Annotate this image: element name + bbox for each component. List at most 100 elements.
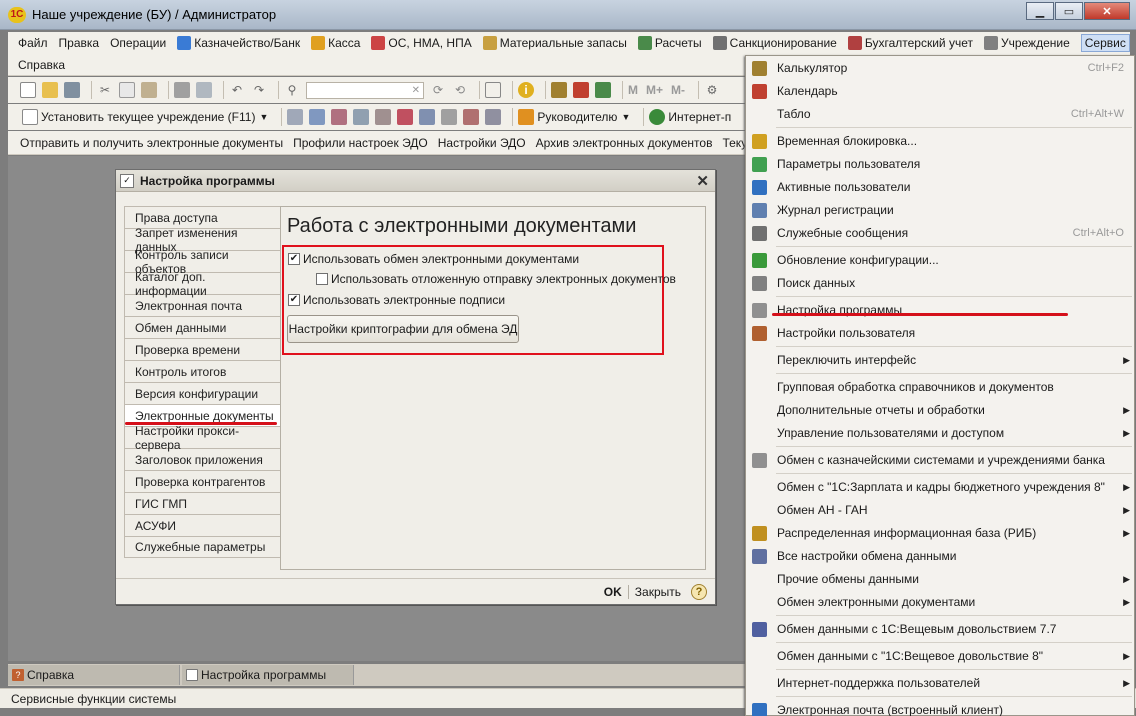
open-folder-icon[interactable] bbox=[42, 82, 58, 98]
edo-settings-button[interactable]: Настройки ЭДО bbox=[438, 136, 526, 150]
service-menu-item[interactable]: Обмен с "1С:Зарплата и кадры бюджетного … bbox=[746, 476, 1134, 498]
redo-icon[interactable]: ↷ bbox=[251, 82, 267, 98]
report-icon[interactable] bbox=[485, 109, 502, 125]
service-menu-item[interactable]: Настройки пользователя bbox=[746, 322, 1134, 344]
settings-tab[interactable]: Проверка времени bbox=[124, 338, 281, 360]
manager-button[interactable]: Руководителю ▼ bbox=[518, 109, 630, 125]
preview-icon[interactable] bbox=[196, 82, 212, 98]
report-icon[interactable] bbox=[375, 109, 392, 125]
service-menu-item[interactable]: Обмен данными с 1С:Вещевым довольствием … bbox=[746, 618, 1134, 640]
find-prev-icon[interactable]: ⟲ bbox=[452, 82, 468, 98]
task-help[interactable]: ? Справка bbox=[8, 665, 180, 685]
checkbox-mark-icon[interactable]: ✔ bbox=[288, 294, 300, 306]
service-menu-item[interactable]: Все настройки обмена данными bbox=[746, 545, 1134, 567]
help-icon[interactable]: ? bbox=[691, 583, 707, 600]
settings-tab[interactable]: Каталог доп. информации bbox=[124, 270, 281, 298]
service-menu-item[interactable]: Обновление конфигурации... bbox=[746, 249, 1134, 271]
settings-tab[interactable]: Версия конфигурации bbox=[124, 382, 281, 404]
dialog-close-icon[interactable]: ✕ bbox=[696, 172, 709, 190]
report-icon[interactable] bbox=[353, 109, 370, 125]
service-menu-item[interactable]: Обмен электронными документами ▶ bbox=[746, 591, 1134, 613]
settings-tab[interactable]: АСУФИ bbox=[124, 514, 281, 536]
menu-item[interactable]: Расчеты bbox=[637, 36, 702, 50]
search-clear-icon[interactable]: ✕ bbox=[412, 85, 420, 96]
menu-item[interactable]: Сервис bbox=[1080, 34, 1130, 52]
print-icon[interactable] bbox=[174, 82, 190, 98]
edo-profiles-button[interactable]: Профили настроек ЭДО bbox=[293, 136, 428, 150]
service-menu-item[interactable]: Дополнительные отчеты и обработки ▶ bbox=[746, 399, 1134, 421]
menu-item[interactable]: Касса bbox=[311, 36, 360, 50]
menu-item[interactable]: Санкционирование bbox=[712, 36, 837, 50]
service-menu-item[interactable]: Переключить интерфейс ▶ bbox=[746, 349, 1134, 371]
settings-tab[interactable]: Контроль итогов bbox=[124, 360, 281, 382]
menu-item[interactable]: Казначейство/Банк bbox=[177, 36, 300, 50]
menu-item-help[interactable]: Справка bbox=[18, 58, 65, 72]
copy-icon[interactable] bbox=[119, 82, 135, 98]
report-icon[interactable] bbox=[463, 109, 480, 125]
edo-archive-button[interactable]: Архив электронных документов bbox=[536, 136, 713, 150]
info-icon[interactable]: i bbox=[518, 82, 534, 98]
calendar-icon[interactable] bbox=[573, 82, 589, 98]
service-menu-item[interactable]: Служебные сообщения Ctrl+Alt+O bbox=[746, 222, 1134, 244]
service-menu-item[interactable]: Прочие обмены данными ▶ bbox=[746, 568, 1134, 590]
menu-item[interactable]: Учреждение bbox=[983, 36, 1070, 50]
maximize-icon[interactable]: ▭ bbox=[1055, 2, 1083, 20]
service-menu-item[interactable]: Распределенная информационная база (РИБ)… bbox=[746, 522, 1134, 544]
set-institution-button[interactable]: Установить текущее учреждение (F11) ▼ bbox=[22, 109, 268, 125]
memory-button[interactable]: M bbox=[628, 83, 638, 97]
use-edo-checkbox[interactable]: ✔ Использовать обмен электронными докуме… bbox=[288, 252, 579, 266]
settings-tab[interactable]: Проверка контрагентов bbox=[124, 470, 281, 492]
use-signatures-checkbox[interactable]: ✔ Использовать электронные подписи bbox=[288, 293, 505, 307]
menu-item[interactable]: ОС, НМА, НПА bbox=[371, 36, 472, 50]
menu-item[interactable]: Правка bbox=[59, 36, 100, 50]
settings-tab[interactable]: ГИС ГМП bbox=[124, 492, 281, 514]
new-document-icon[interactable] bbox=[20, 82, 36, 98]
service-menu-item[interactable]: Настройка программы bbox=[746, 299, 1134, 321]
calculator-icon[interactable] bbox=[551, 82, 567, 98]
settings-tab[interactable]: Настройки прокси-сервера bbox=[124, 424, 281, 452]
paste-icon[interactable] bbox=[141, 82, 157, 98]
checkbox-mark-icon[interactable]: ✔ bbox=[288, 253, 300, 265]
service-menu-item[interactable]: Календарь bbox=[746, 80, 1134, 102]
menu-item[interactable]: Файл bbox=[18, 36, 48, 50]
service-menu-item[interactable]: Журнал регистрации bbox=[746, 199, 1134, 221]
service-menu-item[interactable]: Интернет-поддержка пользователей ▶ bbox=[746, 672, 1134, 694]
users-icon[interactable] bbox=[595, 82, 611, 98]
report-icon[interactable] bbox=[441, 109, 458, 125]
close-button[interactable]: Закрыть bbox=[635, 585, 681, 599]
menu-item[interactable]: Материальные запасы bbox=[482, 36, 627, 50]
report-icon[interactable] bbox=[309, 109, 326, 125]
settings-tab[interactable]: Обмен данными bbox=[124, 316, 281, 338]
service-menu-item[interactable]: Обмен АН - ГАН ▶ bbox=[746, 499, 1134, 521]
send-receive-edo-button[interactable]: Отправить и получить электронные докумен… bbox=[20, 136, 283, 150]
service-menu-item[interactable]: Калькулятор Ctrl+F2 bbox=[746, 57, 1134, 79]
report-icon[interactable] bbox=[419, 109, 436, 125]
close-window-icon[interactable]: ✕ bbox=[1084, 2, 1130, 20]
deferred-send-checkbox[interactable]: Использовать отложенную отправку электро… bbox=[316, 272, 676, 286]
menu-item[interactable]: Бухгалтерский учет bbox=[847, 36, 973, 50]
internet-support-button[interactable]: Интернет-п bbox=[649, 109, 731, 125]
search-input[interactable]: ✕ bbox=[306, 81, 424, 99]
service-menu-item[interactable]: Временная блокировка... bbox=[746, 130, 1134, 152]
ok-button[interactable]: OK bbox=[604, 585, 622, 599]
save-icon[interactable] bbox=[64, 82, 80, 98]
service-menu-item[interactable]: Табло Ctrl+Alt+W bbox=[746, 103, 1134, 125]
menu-item[interactable]: Операции bbox=[110, 36, 166, 50]
find-next-icon[interactable]: ⟳ bbox=[430, 82, 446, 98]
checkbox-empty-icon[interactable] bbox=[316, 273, 328, 285]
service-menu-item[interactable]: Групповая обработка справочников и докум… bbox=[746, 376, 1134, 398]
task-program-settings[interactable]: Настройка программы bbox=[182, 665, 354, 685]
service-menu-item[interactable]: Поиск данных bbox=[746, 272, 1134, 294]
memory-plus-button[interactable]: M+ bbox=[646, 83, 663, 97]
tools-icon[interactable]: ⚙ bbox=[704, 82, 720, 98]
service-menu-item[interactable]: Электронная почта (встроенный клиент) bbox=[746, 699, 1134, 716]
settings-tab[interactable]: Служебные параметры bbox=[124, 536, 281, 558]
minimize-icon[interactable]: ▁ bbox=[1026, 2, 1054, 20]
windows-icon[interactable] bbox=[485, 82, 501, 98]
service-menu-item[interactable]: Обмен данными с "1С:Вещевое довольствие … bbox=[746, 645, 1134, 667]
crypto-settings-button[interactable]: Настройки криптографии для обмена ЭД bbox=[287, 315, 519, 343]
current-tasks-button[interactable]: Текущие дел bbox=[722, 136, 745, 150]
service-menu-item[interactable]: Активные пользователи bbox=[746, 176, 1134, 198]
service-menu-item[interactable]: Обмен с казначейскими системами и учрежд… bbox=[746, 449, 1134, 471]
service-menu-item[interactable]: Параметры пользователя bbox=[746, 153, 1134, 175]
